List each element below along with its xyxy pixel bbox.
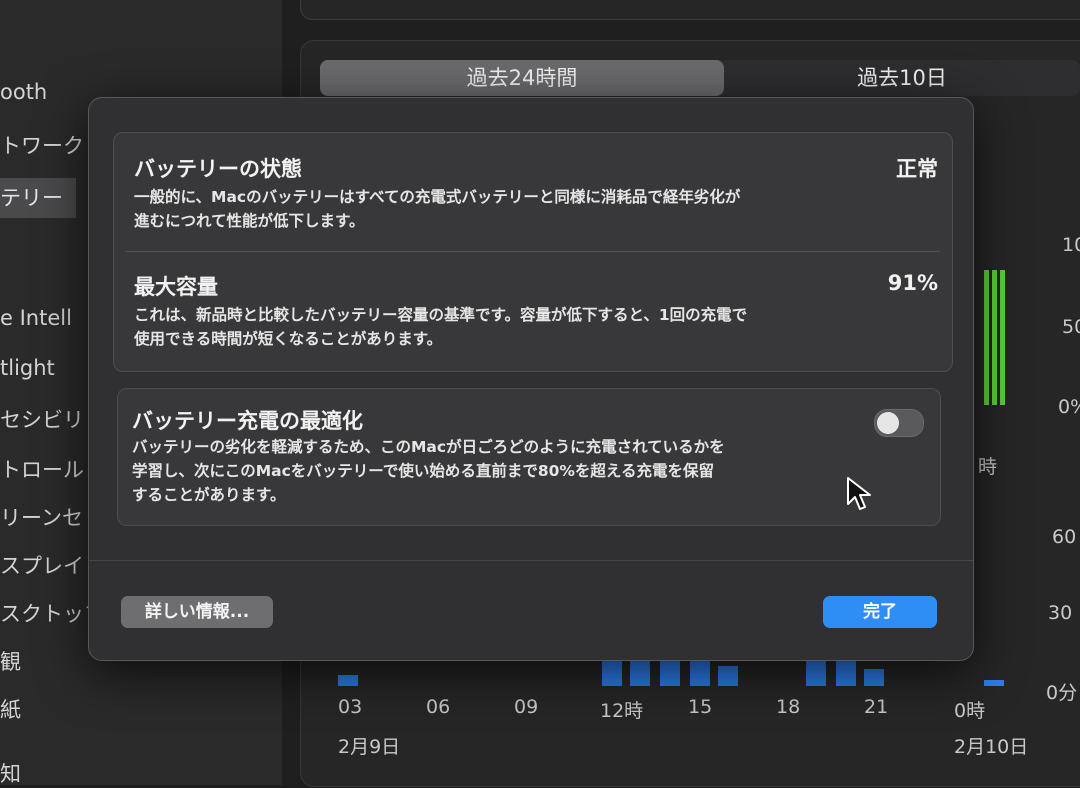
battery-health-value: 正常 [896,157,938,181]
optimized-charging-toggle[interactable] [874,409,924,437]
battery-level-bar [992,270,997,405]
sidebar-item-notifications[interactable]: 知 [0,758,21,788]
date-label: 2月10日 [954,736,1029,758]
toggle-knob [877,412,899,434]
x-tick-label: 21 [864,696,889,718]
usage-bar [836,660,856,686]
time-range-segmented-control: 過去24時間 過去10日 [320,60,1080,96]
sidebar-item-battery[interactable]: テリー [0,178,76,218]
optimized-charging-description-line: バッテリーの劣化を軽減するため、このMacが日ごろどのように充電されているかを [132,438,725,456]
sidebar-item-appearance[interactable]: 観 [0,646,21,676]
maximum-capacity-description-line: これは、新品時と比較したバッテリー容量の基準です。容量が低下すると、1回の充電で [134,306,748,324]
battery-health-description-line: 進むにつれて性能が低下します。 [134,212,365,230]
tab-last-24-hours[interactable]: 過去24時間 [320,60,724,96]
usage-bar [602,660,622,686]
battery-health-description-line: 一般的に、Macのバッテリーはすべての充電式バッテリーと同様に消耗品で経年劣化が [134,188,741,206]
level-axis-label: 0% [1058,396,1080,418]
usage-bar [630,660,650,686]
maximum-capacity-title: 最大容量 [134,275,218,299]
usage-bar [864,669,884,686]
usage-axis-label: 30 [1048,602,1073,624]
sidebar-item-accessibility[interactable]: セシビリ [0,404,84,434]
sidebar-item-spotlight[interactable]: tlight [0,356,55,380]
optimized-charging-group: バッテリー充電の最適化 バッテリーの劣化を軽減するため、このMacが日ごろどのよ… [117,388,941,526]
mouse-pointer-icon [847,477,871,510]
usage-bar [660,660,680,686]
date-label: 2月9日 [338,736,401,758]
x-tick-label: 15 [688,696,713,718]
optimized-charging-description: バッテリーの劣化を軽減するため、このMacが日ごろどのように充電されているかを … [132,435,725,507]
sidebar-item-bluetooth[interactable]: ooth [0,80,47,104]
battery-level-bar [984,270,989,405]
level-axis-label: 50 [1062,316,1080,338]
sidebar-item-apple-intelligence[interactable]: e Intell [0,306,72,330]
maximum-capacity-description: これは、新品時と比較したバッテリー容量の基準です。容量が低下すると、1回の充電で… [134,303,747,351]
usage-axis-label: 0分 [1046,682,1078,704]
maximum-capacity-value: 91% [887,271,938,295]
battery-level-bar [1000,270,1005,405]
optimized-charging-description-line: 学習し、次にこのMacをバッテリーで使い始める直前まで80%を超える充電を保留 [132,462,714,480]
top-card [300,0,1080,20]
optimized-charging-title: バッテリー充電の最適化 [132,409,363,433]
x-tick-label: 18 [776,696,801,718]
level-axis-label: 10 [1062,234,1080,256]
usage-bar [338,675,358,686]
x-tick-label: 03 [338,696,363,718]
tab-last-10-days[interactable]: 過去10日 [724,60,1080,96]
footer-divider [89,560,973,561]
sidebar-item-screen-saver[interactable]: リーンセ [0,502,83,532]
usage-bar [690,660,710,686]
usage-bar [984,680,1004,686]
x-tick-label: 12時 [600,700,644,722]
more-info-button[interactable]: 詳しい情報... [121,596,273,628]
level-time-label: 時 [978,456,998,478]
battery-health-title: バッテリーの状態 [134,157,302,181]
optimized-charging-description-line: することがあります。 [132,486,286,504]
health-capacity-group: バッテリーの状態 正常 一般的に、Macのバッテリーはすべての充電式バッテリーと… [113,132,953,372]
battery-health-description: 一般的に、Macのバッテリーはすべての充電式バッテリーと同様に消耗品で経年劣化が… [134,185,740,233]
sidebar-item-control-center[interactable]: トロール [0,454,84,484]
maximum-capacity-description-line: 使用できる時間が短くなることがあります。 [134,330,443,348]
battery-health-sheet: バッテリーの状態 正常 一般的に、Macのバッテリーはすべての充電式バッテリーと… [88,97,974,661]
usage-bar [806,660,826,686]
sidebar-item-displays[interactable]: スプレイ [0,550,84,580]
x-tick-label: 06 [426,696,451,718]
sidebar-item-network[interactable]: トワーク [0,130,84,160]
usage-axis-label: 60 [1052,526,1077,548]
sidebar-item-wallpaper[interactable]: 紙 [0,694,21,724]
usage-bar [718,666,738,686]
done-button[interactable]: 完了 [823,596,937,628]
group-divider [126,251,940,252]
x-tick-label: 09 [514,696,539,718]
x-tick-label: 0時 [954,700,986,722]
